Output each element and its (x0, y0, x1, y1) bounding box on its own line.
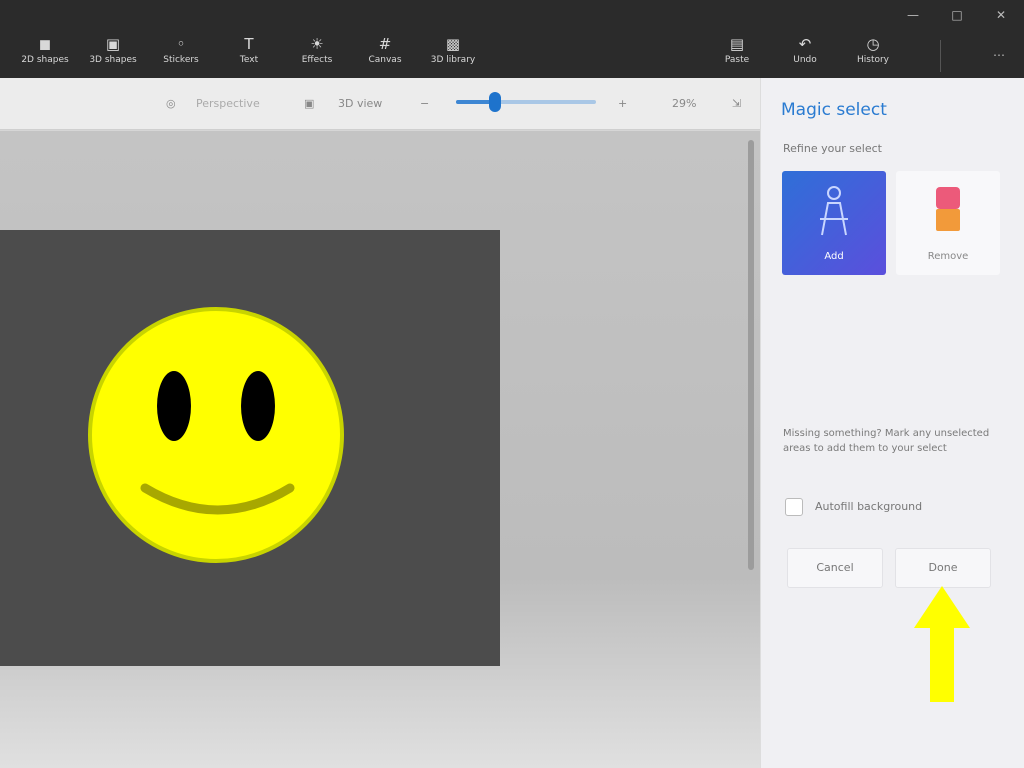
smiley-face-image (88, 307, 344, 563)
smiley-right-eye (241, 371, 275, 441)
zoom-percent: 29% (672, 97, 697, 110)
3d-shapes-button[interactable]: ▣ 3D shapes (84, 34, 142, 76)
minimize-icon[interactable]: — (898, 4, 928, 26)
effects-button[interactable]: ☀ Effects (288, 34, 346, 76)
add-figure-icon (820, 186, 848, 236)
vertical-scrollbar[interactable] (748, 140, 754, 570)
zoom-percent-value: 29 (672, 97, 686, 110)
image-canvas[interactable] (0, 230, 500, 666)
3d-view-icon[interactable]: ▣ (304, 94, 314, 114)
toolbar-divider (940, 40, 941, 72)
zoom-slider-thumb[interactable] (489, 92, 501, 112)
canvas-icon: # (378, 35, 392, 53)
history-icon: ◷ (866, 35, 880, 53)
cube-icon: ▣ (105, 35, 121, 53)
sticker-icon: ◦ (176, 35, 186, 53)
close-icon[interactable]: ✕ (986, 4, 1016, 26)
maximize-icon[interactable]: □ (942, 4, 972, 26)
view-toolbar: ◎ Perspective ▣ 3D view − + 29% ⇲ (0, 78, 760, 130)
remove-mode-card[interactable]: Remove (896, 171, 1000, 275)
panel-subtitle: Refine your select (783, 142, 882, 155)
top-toolbar: — □ ✕ ◼ 2D shapes ▣ 3D shapes ◦ Stickers… (0, 0, 1024, 78)
zoom-in-icon[interactable]: + (618, 94, 627, 114)
autofill-background-checkbox[interactable] (785, 498, 803, 516)
paste-icon: ▤ (729, 35, 745, 53)
add-mode-label: Add (824, 251, 844, 262)
text-button[interactable]: T Text (220, 34, 278, 76)
smiley-face (88, 307, 344, 563)
autofill-background-label[interactable]: Autofill background (815, 500, 922, 513)
yellow-arrow-icon (914, 586, 970, 702)
magic-select-panel: Magic select Refine your select Add Remo… (760, 78, 1024, 768)
effects-icon: ☀ (310, 35, 324, 53)
fit-icon[interactable]: ⇲ (732, 94, 741, 114)
stickers-button[interactable]: ◦ Stickers (152, 34, 210, 76)
paste-button[interactable]: ▤ Paste (708, 34, 766, 76)
panel-note: Missing something? Mark any unselected a… (783, 428, 990, 454)
smiley-left-eye (157, 371, 191, 441)
perspective-label[interactable]: Perspective (196, 94, 260, 114)
history-button[interactable]: ◷ History (844, 34, 902, 76)
panel-title: Magic select (781, 100, 887, 120)
cancel-button[interactable]: Cancel (787, 548, 883, 588)
library-icon: ▩ (445, 35, 461, 53)
3d-view-label[interactable]: 3D view (338, 94, 382, 114)
undo-icon: ↶ (798, 35, 812, 53)
remove-mode-label: Remove (927, 251, 969, 262)
eraser-icon (936, 187, 960, 231)
text-icon: T (244, 35, 254, 53)
add-mode-card[interactable]: Add (782, 171, 886, 275)
canvas-button[interactable]: # Canvas (356, 34, 414, 76)
perspective-icon[interactable]: ◎ (166, 94, 176, 114)
shapes-icon: ◼ (38, 35, 52, 53)
more-options-icon[interactable]: ⋯ (984, 44, 1014, 66)
2d-shapes-button[interactable]: ◼ 2D shapes (16, 34, 74, 76)
undo-button[interactable]: ↶ Undo (776, 34, 834, 76)
3d-library-button[interactable]: ▩ 3D library (424, 34, 482, 76)
zoom-out-icon[interactable]: − (420, 94, 429, 114)
